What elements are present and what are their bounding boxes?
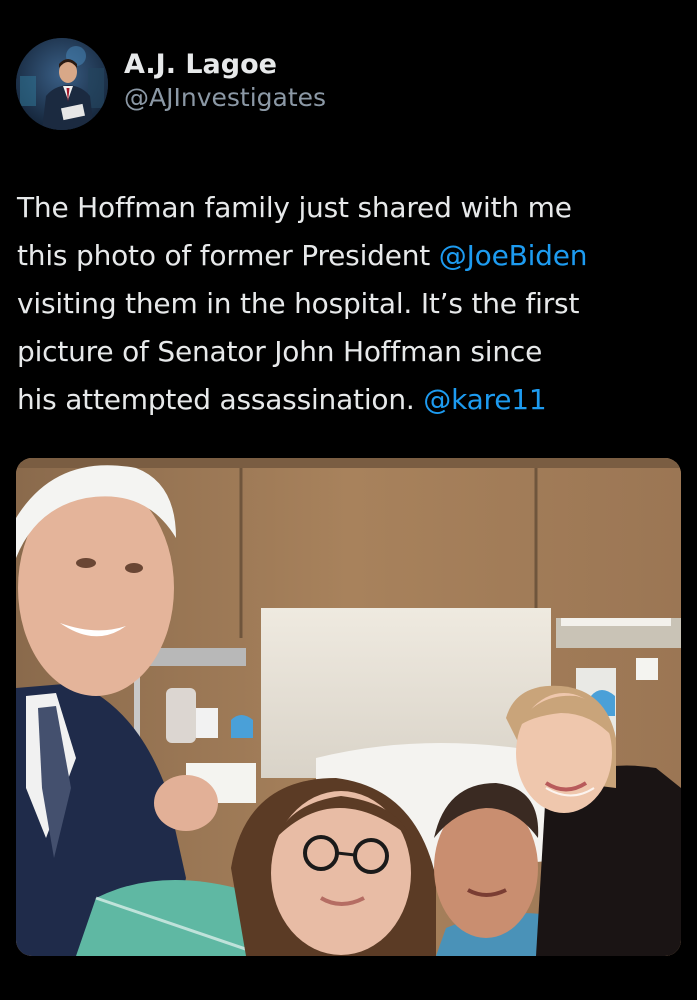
media-image [16, 458, 681, 956]
tweet-text-line: this photo of former President @JoeBiden [17, 232, 681, 280]
display-name[interactable]: A.J. Lagoe [124, 48, 326, 82]
tweet-text: The Hoffman family just shared with me t… [17, 184, 681, 424]
text-segment: his attempted assassination. [17, 383, 424, 416]
tweet-text-line: picture of Senator John Hoffman since [17, 328, 681, 376]
tweet-text-line: visiting them in the hospital. It’s the … [17, 280, 681, 328]
top-bar [0, 0, 697, 14]
avatar[interactable] [16, 38, 108, 130]
user-block: A.J. Lagoe @AJInvestigates [124, 48, 326, 114]
text-segment: picture of Senator John Hoffman since [17, 335, 543, 368]
tweet-text-line: his attempted assassination. @kare11 [17, 376, 681, 424]
tweet-view: A.J. Lagoe @AJInvestigates The Hoffman f… [0, 0, 697, 1000]
text-segment: The Hoffman family just shared with me [17, 191, 572, 224]
avatar-image [16, 38, 108, 130]
mention-link-joebiden[interactable]: @JoeBiden [439, 239, 588, 272]
mention-link-kare11[interactable]: @kare11 [423, 383, 546, 416]
text-segment: this photo of former President [17, 239, 439, 272]
tweet-text-line: The Hoffman family just shared with me [17, 184, 681, 232]
text-segment: visiting them in the hospital. It’s the … [17, 287, 580, 320]
user-handle[interactable]: @AJInvestigates [124, 82, 326, 114]
tweet-header: A.J. Lagoe @AJInvestigates [16, 38, 326, 130]
tweet-media-photo[interactable] [16, 458, 681, 956]
bottom-bar [0, 986, 697, 1000]
